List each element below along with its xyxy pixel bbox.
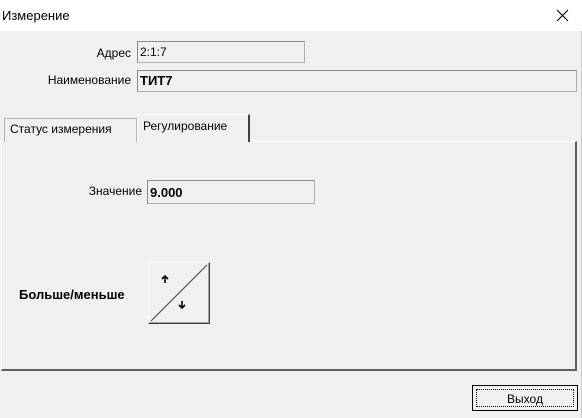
name-field: ТИТ7 [137,70,577,92]
name-label: Наименование [47,73,131,87]
address-field: 2:1:7 [137,41,305,63]
close-button[interactable] [542,0,582,31]
tab-regulation[interactable]: Регулирование [137,114,250,142]
more-less-label: Больше/меньше [19,287,125,302]
more-less-button[interactable] [148,262,210,324]
value-field: 9.000 [147,180,315,204]
window-title: Измерение [2,8,70,23]
exit-button[interactable]: Выход [472,385,578,411]
title-bar: Измерение [0,0,582,31]
exit-button-label: Выход [476,389,574,407]
address-label: Адрес [96,46,131,60]
close-icon [556,9,569,22]
measurement-dialog: Измерение Адрес 2:1:7 Наименование ТИТ7 … [0,0,582,418]
more-less-icon [150,264,208,322]
tab-panel [1,141,577,371]
tab-measurement-status[interactable]: Статус измерения [4,118,137,142]
value-label: Значение [88,184,142,198]
